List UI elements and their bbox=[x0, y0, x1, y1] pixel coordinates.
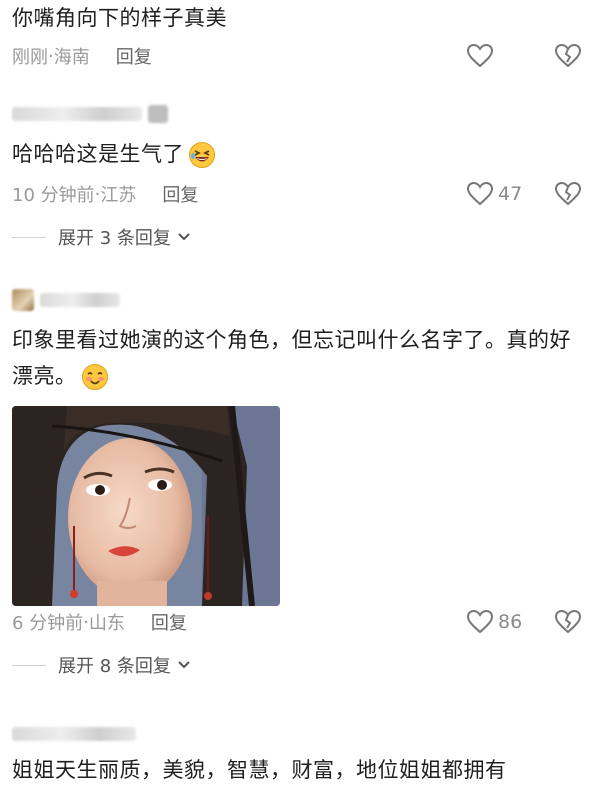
reply-button[interactable]: 回复 bbox=[116, 43, 152, 69]
chevron-down-icon bbox=[178, 661, 190, 669]
broken-heart-outline-icon[interactable] bbox=[554, 181, 582, 207]
blushing-emoji-icon bbox=[81, 364, 108, 390]
chevron-down-icon bbox=[178, 233, 190, 241]
comment-meta: 6 分钟前 · 山东 回复 bbox=[12, 608, 187, 636]
comment-text: 哈哈哈这是生气了 bbox=[12, 142, 184, 166]
comment-actions: 86 bbox=[466, 608, 582, 636]
portrait-image bbox=[12, 406, 280, 606]
heart-outline-icon bbox=[466, 181, 494, 206]
comment-location: 海南 bbox=[53, 47, 90, 68]
broken-heart-outline-icon[interactable] bbox=[554, 43, 582, 69]
blurred-name bbox=[40, 293, 120, 307]
expand-replies-label: 展开 8 条回复 bbox=[58, 656, 171, 677]
like-count: 86 bbox=[498, 611, 523, 633]
divider-line bbox=[12, 664, 46, 666]
blurred-name bbox=[12, 727, 136, 741]
like-button[interactable]: 86 bbox=[466, 609, 536, 635]
comment-meta: 10 分钟前 · 江苏 回复 bbox=[12, 180, 198, 208]
expand-replies-label: 展开 3 条回复 bbox=[58, 228, 171, 249]
comment-location: 山东 bbox=[88, 613, 125, 634]
heart-outline-icon bbox=[466, 43, 494, 68]
broken-heart-outline-icon[interactable] bbox=[554, 609, 582, 635]
comment-time: 10 分钟前 bbox=[12, 185, 95, 206]
reply-button[interactable]: 回复 bbox=[162, 181, 198, 207]
comment-meta: 刚刚 · 海南 回复 bbox=[12, 42, 152, 70]
comment-actions: 47 bbox=[466, 180, 582, 208]
comment-photo[interactable] bbox=[12, 406, 280, 606]
reply-button[interactable]: 回复 bbox=[151, 609, 187, 635]
expand-replies-button[interactable]: 展开 8 条回复 bbox=[12, 650, 191, 680]
like-button[interactable] bbox=[466, 43, 536, 69]
blurred-avatar bbox=[12, 289, 34, 311]
username-blurred[interactable] bbox=[12, 102, 168, 126]
comment-location: 江苏 bbox=[100, 185, 137, 206]
comment-feed: { "comments": [ { "text": "你嘴角向下的样子真美", … bbox=[0, 0, 600, 795]
comment-time: 6 分钟前 bbox=[12, 613, 84, 634]
comment-actions bbox=[466, 42, 582, 70]
comment-text: 姐姐天生丽质，美貌，智慧，财富，地位姐姐都拥有 bbox=[12, 758, 507, 782]
like-button[interactable]: 47 bbox=[466, 181, 536, 207]
heart-outline-icon bbox=[466, 609, 494, 634]
username-blurred[interactable] bbox=[12, 288, 120, 312]
comment-text: 你嘴角向下的样子真美 bbox=[12, 6, 227, 30]
comment-time: 刚刚 bbox=[12, 47, 48, 68]
username-blurred[interactable] bbox=[12, 722, 136, 746]
blurred-name bbox=[12, 107, 142, 121]
expand-replies-button[interactable]: 展开 3 条回复 bbox=[12, 222, 191, 252]
laughing-emoji-icon bbox=[189, 142, 215, 168]
comment-text-row: 印象里看过她演的这个角色，但忘记叫什么名字了。真的好漂亮。 bbox=[12, 322, 584, 394]
like-count: 47 bbox=[498, 183, 523, 205]
comment-text-row: 哈哈哈这是生气了 bbox=[12, 136, 584, 172]
blurred-badge bbox=[148, 105, 168, 123]
divider-line bbox=[12, 236, 46, 238]
